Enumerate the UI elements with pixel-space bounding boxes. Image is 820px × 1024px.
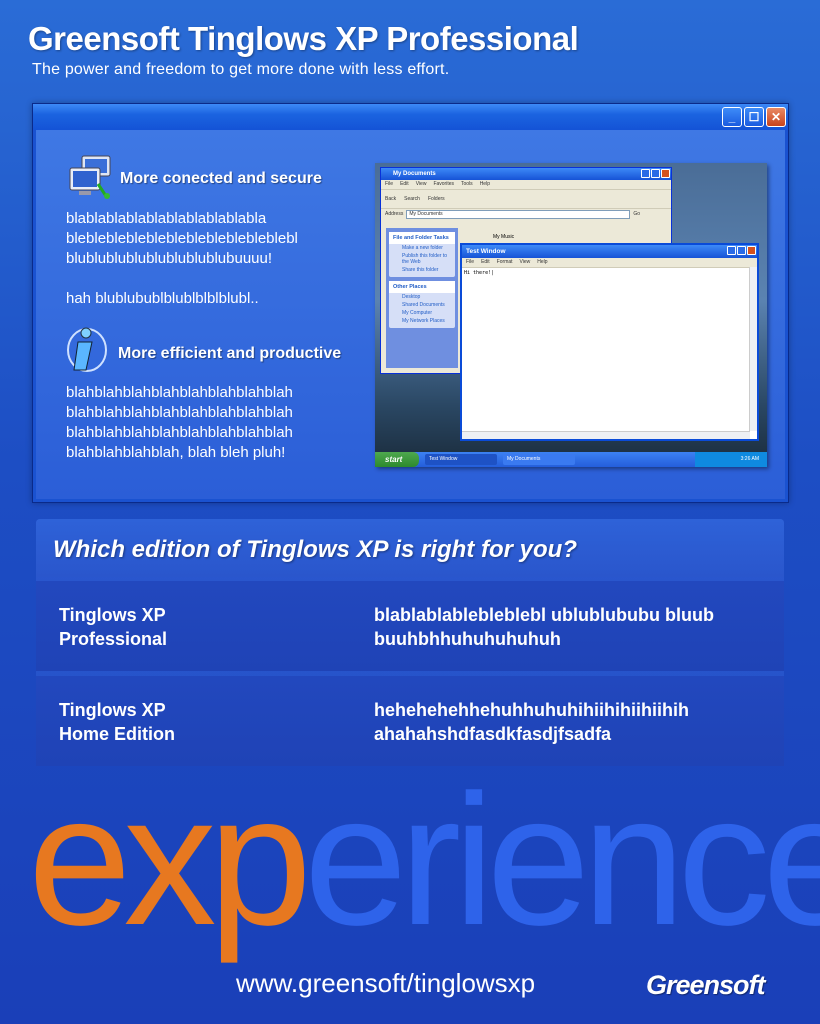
- mini-address-bar: Address My Documents Go: [381, 209, 671, 219]
- test-window-text: Hi there!|: [464, 270, 495, 276]
- editions-header: Which edition of Tinglows XP is right fo…: [36, 519, 784, 577]
- go-button: Go: [633, 211, 641, 217]
- place-item: My Computer: [402, 310, 433, 316]
- window-body: More conected and secure blablablablabla…: [36, 130, 785, 499]
- editions-panel: Which edition of Tinglows XP is right fo…: [36, 519, 784, 766]
- wordmark-xp-part: exp: [28, 757, 312, 964]
- menu-help: Help: [479, 181, 490, 187]
- menu-format: Format: [496, 259, 513, 265]
- menu-edit: Edit: [481, 259, 490, 265]
- page-subtitle: The power and freedom to get more done w…: [32, 61, 450, 78]
- close-button[interactable]: ✕: [766, 107, 786, 127]
- menu-favorites: Favorites: [433, 181, 454, 187]
- edition-name: Tinglows XP Home Edition: [59, 700, 175, 744]
- test-window: Test Window File Edit Format View Help H…: [460, 243, 759, 441]
- mini-menubar: File Edit View Favorites Tools Help: [381, 180, 671, 190]
- system-tray-clock: 3:26 AM: [695, 452, 767, 467]
- test-window-menubar: File Edit Format View Help: [462, 258, 757, 268]
- edition-row-professional[interactable]: Tinglows XP Professional blablablableble…: [36, 581, 784, 671]
- feature-heading-connected: More conected and secure: [120, 170, 322, 187]
- taskbar: start Test Window My Documents 3:26 AM: [375, 452, 767, 467]
- mini-titlebar: My Documents: [381, 168, 671, 180]
- menu-view: View: [519, 259, 531, 265]
- task-item: Share this folder: [402, 267, 439, 273]
- menu-file: File: [385, 181, 394, 187]
- edition-description: hehehehehhehuhhuhuhihiihihiihiihih ahaha…: [374, 700, 689, 744]
- menu-file: File: [466, 259, 475, 265]
- greensoft-logo: Greensoft: [646, 970, 766, 1000]
- menu-view: View: [415, 181, 427, 187]
- desktop-screenshot: My Documents File Edit View Favorites To…: [375, 163, 767, 467]
- minimize-button[interactable]: _: [722, 107, 742, 127]
- search-button: Search: [404, 196, 420, 202]
- vertical-scrollbar: [749, 267, 757, 431]
- maximize-button[interactable]: ☐: [744, 107, 764, 127]
- mini-toolbar: Back Search Folders: [381, 190, 671, 209]
- feature-window: _ ☐ ✕ More conected and secure blablabla…: [32, 103, 789, 503]
- experience-wordmark: experience: [28, 768, 820, 954]
- edition-description: blablablablebleblebl ublublububu bluub b…: [374, 605, 714, 649]
- edition-name: Tinglows XP Professional: [59, 605, 168, 649]
- test-window-titlebar: Test Window: [462, 245, 757, 258]
- address-value: My Documents: [406, 209, 631, 219]
- place-item: My Network Places: [402, 318, 445, 324]
- start-button: start: [375, 452, 419, 467]
- folders-button: Folders: [427, 196, 445, 202]
- place-item: Shared Documents: [402, 302, 445, 308]
- network-computers-icon: [69, 155, 111, 199]
- feature-text-efficient: blahblahblahblahblahblahblahblah blahbla…: [66, 384, 293, 461]
- place-item: Desktop: [402, 294, 421, 300]
- edition-row-home[interactable]: Tinglows XP Home Edition hehehehehhehuhh…: [36, 676, 784, 766]
- feature-text-connected: blablablablablablablablablabla blebleble…: [66, 210, 298, 307]
- menu-tools: Tools: [461, 181, 473, 187]
- test-window-title: Test Window: [466, 248, 506, 255]
- menu-help: Help: [537, 259, 548, 265]
- wordmark-rest-part: erience: [303, 757, 820, 964]
- horizontal-scrollbar: [462, 431, 750, 439]
- page-title: Greensoft Tinglows XP Professional: [28, 20, 579, 57]
- task-item: Make a new folder: [402, 245, 443, 251]
- places-header: Other Places: [389, 281, 455, 293]
- task-item: Publish this folder to the Web: [402, 253, 448, 265]
- info-icon: [67, 327, 107, 372]
- website-link[interactable]: www.greensoft/tinglowsxp: [236, 968, 535, 999]
- editions-heading: Which edition of Tinglows XP is right fo…: [53, 536, 577, 563]
- mini-task-pane: File and Folder Tasks Make a new folder …: [386, 228, 458, 368]
- menu-edit: Edit: [400, 181, 409, 187]
- my-music-folder: My Music: [493, 234, 515, 240]
- window-titlebar[interactable]: _ ☐ ✕: [33, 104, 788, 130]
- address-label: Address: [385, 211, 404, 217]
- my-documents-title: My Documents: [393, 171, 436, 177]
- taskbar-item: My Documents: [503, 454, 575, 465]
- taskbar-item: Test Window: [425, 454, 497, 465]
- feature-heading-efficient: More efficient and productive: [118, 345, 342, 362]
- tasks-header: File and Folder Tasks: [389, 232, 455, 244]
- back-button: Back: [385, 196, 397, 202]
